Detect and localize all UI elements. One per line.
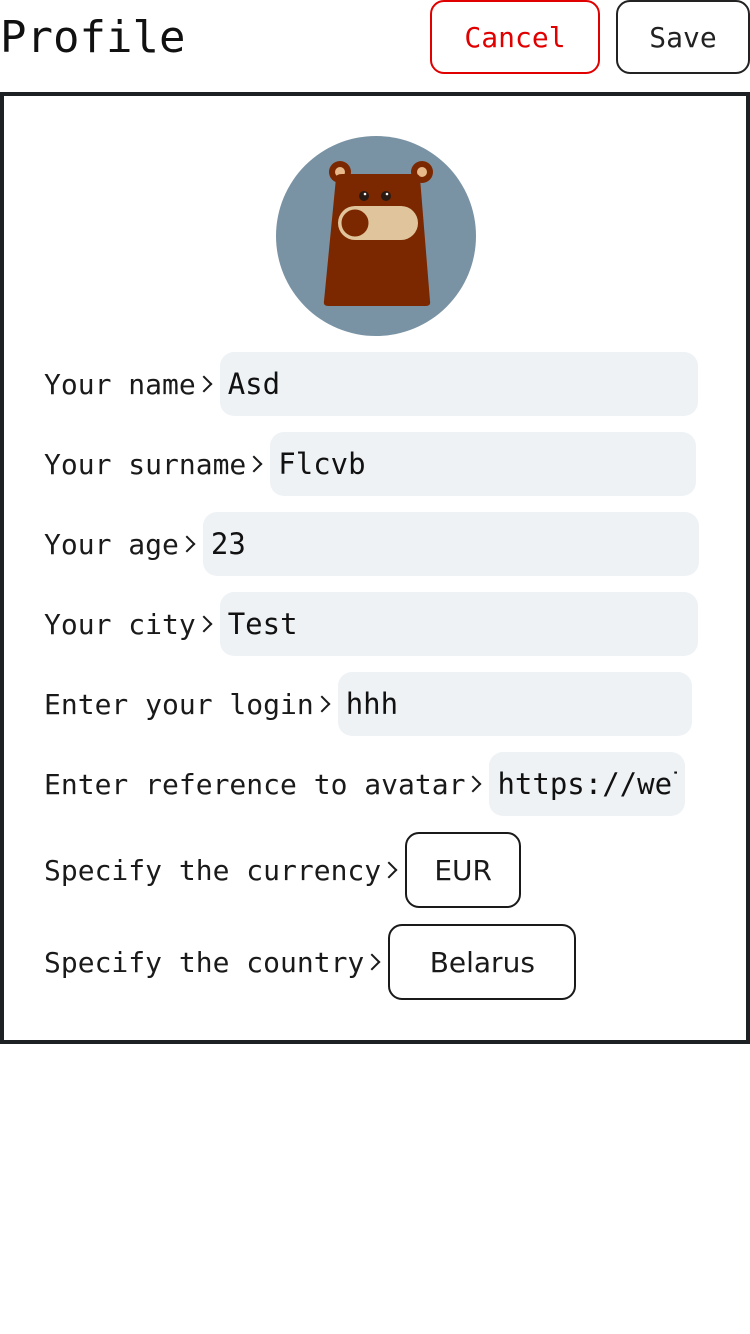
city-row: Your city xyxy=(44,592,698,656)
city-label: Your city xyxy=(44,607,196,641)
header: Profile Cancel Save xyxy=(0,0,750,80)
chevron-right-icon xyxy=(245,455,263,473)
cancel-button[interactable]: Cancel xyxy=(430,0,600,74)
chevron-right-icon xyxy=(195,615,213,633)
name-label: Your name xyxy=(44,367,196,401)
age-row: Your age xyxy=(44,512,699,576)
login-label: Enter your login xyxy=(44,687,314,721)
profile-card: Your name Your surname Your age Your cit… xyxy=(0,92,750,1044)
chevron-right-icon xyxy=(464,775,482,793)
city-input[interactable] xyxy=(219,592,698,656)
name-input[interactable] xyxy=(219,352,698,416)
chevron-right-icon xyxy=(178,535,196,553)
currency-row: Specify the currency EUR xyxy=(44,832,522,908)
surname-row: Your surname xyxy=(44,432,697,496)
login-input[interactable] xyxy=(337,672,692,736)
bear-avatar-icon xyxy=(276,136,476,336)
surname-input[interactable] xyxy=(270,432,697,496)
chevron-right-icon xyxy=(380,861,398,879)
currency-label: Specify the currency xyxy=(44,853,382,887)
chevron-right-icon xyxy=(363,953,381,971)
country-row: Specify the country Belarus xyxy=(44,924,577,1000)
surname-label: Your surname xyxy=(44,447,247,481)
country-label: Specify the country xyxy=(44,945,365,979)
country-select[interactable]: Belarus xyxy=(388,924,577,1000)
age-label: Your age xyxy=(44,527,179,561)
avatar-url-input[interactable] xyxy=(489,752,686,816)
chevron-right-icon xyxy=(195,375,213,393)
age-input[interactable] xyxy=(202,512,699,576)
avatar-url-row: Enter reference to avatar xyxy=(44,752,686,816)
page-title: Profile xyxy=(0,12,186,63)
chevron-right-icon xyxy=(313,695,331,713)
currency-select[interactable]: EUR xyxy=(405,832,522,908)
avatar-url-label: Enter reference to avatar xyxy=(44,767,466,801)
login-row: Enter your login xyxy=(44,672,692,736)
name-row: Your name xyxy=(44,352,698,416)
save-button[interactable]: Save xyxy=(616,0,750,74)
